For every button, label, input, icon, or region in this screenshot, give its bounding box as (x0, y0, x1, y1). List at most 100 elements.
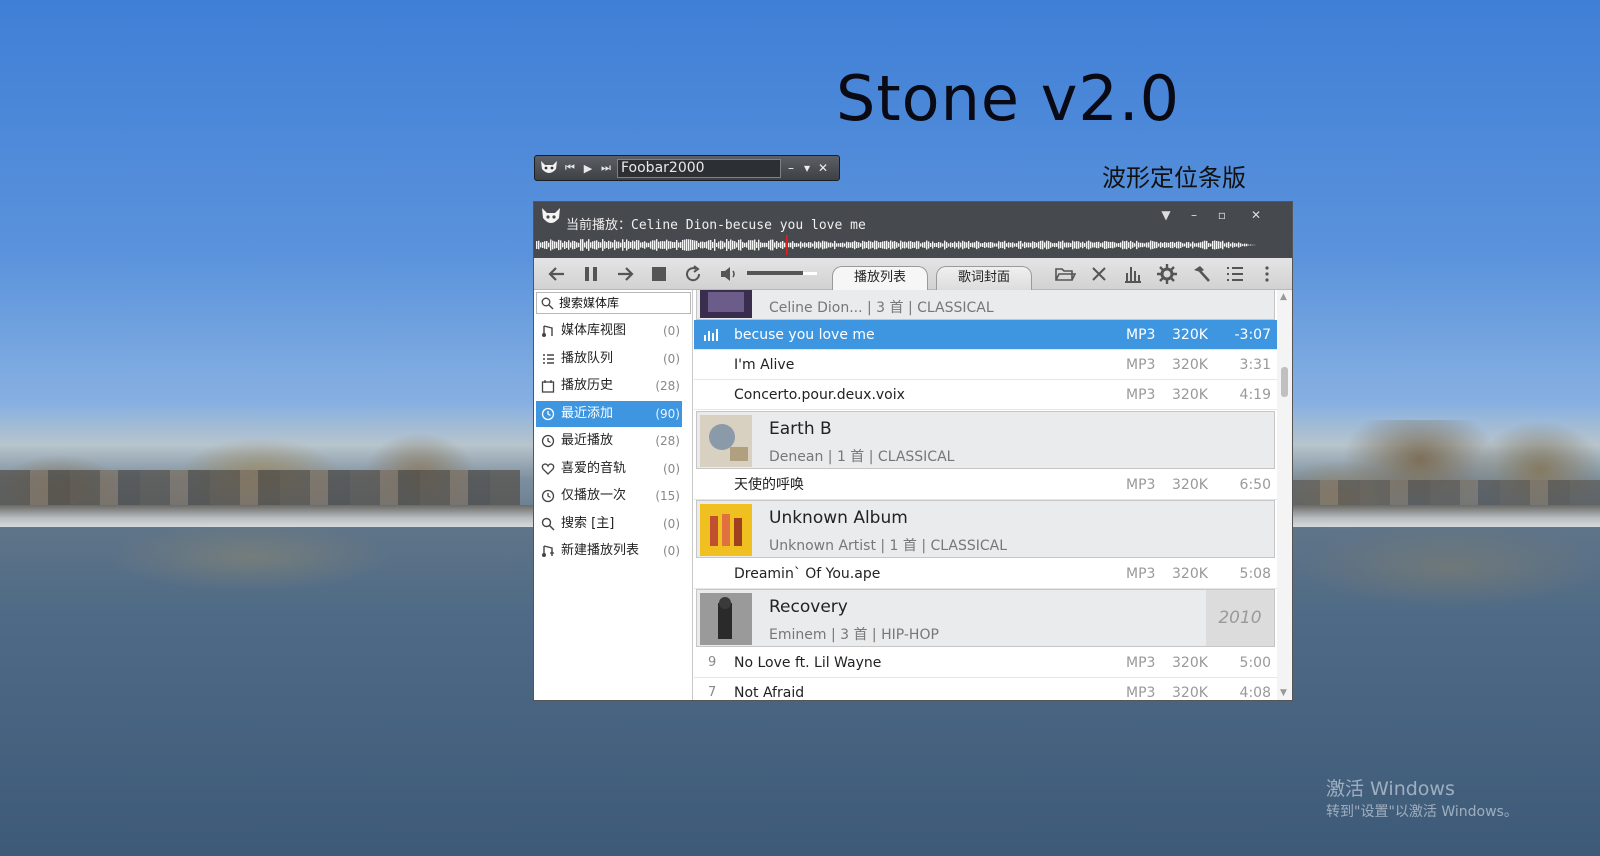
waveform-bar (1130, 240, 1132, 250)
activation-watermark-text: 转到"设置"以激活 Windows。 (1326, 804, 1518, 820)
minimize-icon[interactable]: – (785, 161, 797, 175)
foobar-logo-icon[interactable] (540, 206, 564, 230)
track-row[interactable]: 7 Not Afraid MP3 320K 4:08 (694, 678, 1277, 701)
tab-lyrics-cover[interactable]: 歌词封面 (936, 266, 1032, 290)
waveform-bar (558, 239, 560, 251)
repeat-icon[interactable] (682, 263, 704, 285)
waveform-seekbar[interactable] (536, 235, 1266, 255)
close-icon[interactable]: ✕ (817, 161, 829, 175)
scroll-up-icon[interactable]: ▲ (1280, 292, 1287, 302)
album-group-header[interactable]: Celine Dion... | 3 首 | CLASSICAL (696, 290, 1275, 320)
sidebar-item[interactable]: 搜索 [主] (0) (536, 511, 682, 537)
tab-playlist[interactable]: 播放列表 (832, 266, 928, 290)
waveform-bar (1124, 241, 1126, 249)
album-group-header[interactable]: Earth B Denean | 1 首 | CLASSICAL (696, 411, 1275, 469)
waveform-bar (1184, 243, 1186, 247)
tools-hammer-icon[interactable] (1190, 263, 1212, 285)
sidebar-item[interactable]: 播放历史 (28) (536, 373, 682, 399)
track-row[interactable]: 天使的呼唤 MP3 320K 6:50 (694, 470, 1277, 500)
foobar-logo-icon[interactable] (539, 159, 559, 177)
sidebar-item[interactable]: 仅播放一次 (15) (536, 483, 682, 509)
track-row[interactable]: 9 No Love ft. Lil Wayne MP3 320K 5:00 (694, 648, 1277, 678)
waveform-bar (568, 240, 570, 250)
waveform-bar (1008, 242, 1010, 248)
waveform-bar (1092, 242, 1094, 248)
prev-icon[interactable]: ⏮ (563, 161, 577, 175)
back-arrow-icon[interactable] (546, 263, 568, 285)
waveform-bar (1168, 242, 1170, 248)
volume-icon[interactable] (718, 263, 740, 285)
track-row[interactable]: Dreamin` Of You.ape MP3 320K 5:08 (694, 559, 1277, 589)
next-icon[interactable]: ⏭ (599, 161, 613, 175)
sidebar-item[interactable]: 新建播放列表 (0) (536, 538, 682, 564)
scrollbar-thumb[interactable] (1281, 367, 1288, 397)
waveform-bar (780, 241, 782, 249)
forward-arrow-icon[interactable] (614, 263, 636, 285)
dropdown-icon[interactable]: ▾ (801, 161, 813, 175)
list-menu-icon[interactable] (1224, 263, 1246, 285)
activation-watermark-title: 激活 Windows (1326, 778, 1455, 800)
waveform-bar (740, 239, 742, 251)
waveform-bar (1020, 240, 1022, 250)
sidebar-item[interactable]: 最近播放 (28) (536, 428, 682, 454)
maximize-icon[interactable]: ▫ (1214, 208, 1230, 222)
track-format: MP3 (1126, 685, 1156, 701)
waveform-bar (864, 241, 866, 249)
album-name: Recovery (769, 597, 848, 617)
equalizer-icon[interactable] (1122, 263, 1144, 285)
waveform-bar (836, 243, 838, 247)
waveform-bar (714, 239, 716, 251)
stop-icon[interactable] (648, 263, 670, 285)
playlist-scrollbar[interactable]: ▲ ▼ (1277, 290, 1292, 700)
waveform-bar (1200, 242, 1202, 248)
sidebar-item[interactable]: 最近添加 (90) (536, 400, 682, 427)
waveform-bar (574, 241, 576, 249)
mini-player-title-field[interactable]: Foobar2000 (617, 158, 781, 178)
track-row[interactable]: Concerto.pour.deux.voix MP3 320K 4:19 (694, 380, 1277, 410)
close-icon[interactable]: ✕ (1248, 208, 1264, 222)
waveform-bar (1162, 243, 1164, 247)
album-group-header[interactable]: Recovery Eminem | 3 首 | HIP-HOP 2010 (696, 589, 1275, 647)
minimize-icon[interactable]: – (1186, 208, 1202, 222)
waveform-bar (1104, 241, 1106, 249)
waveform-bar (1044, 242, 1046, 248)
sidebar-item-label: 最近播放 (561, 433, 614, 448)
background-buildings (0, 470, 520, 510)
gear-icon[interactable] (1156, 263, 1178, 285)
waveform-bar (658, 241, 660, 249)
waveform-bar (1240, 243, 1242, 247)
waveform-bar (1018, 241, 1020, 249)
waveform-bar (922, 242, 924, 248)
waveform-bar (1212, 240, 1214, 250)
now-playing-bars-icon (704, 329, 718, 341)
sidebar-item[interactable]: 喜爱的音轨 (0) (536, 456, 682, 482)
library-search-input[interactable]: 搜索媒体库 (536, 292, 691, 314)
album-group-header[interactable]: Unknown Album Unknown Artist | 1 首 | CLA… (696, 500, 1275, 558)
waveform-bar (998, 241, 1000, 249)
waveform-bar (1086, 241, 1088, 249)
open-folder-icon[interactable] (1054, 263, 1076, 285)
waveform-bar (892, 241, 894, 249)
scroll-down-icon[interactable]: ▼ (1280, 688, 1287, 698)
play-icon[interactable]: ▶ (581, 162, 595, 175)
remove-icon[interactable] (1088, 263, 1110, 285)
waveform-bar (656, 239, 658, 251)
waveform-bar (540, 242, 542, 248)
more-vertical-icon[interactable] (1256, 263, 1278, 285)
waveform-bar (670, 241, 672, 249)
mini-player: ⏮ ▶ ⏭ Foobar2000 – ▾ ✕ (534, 155, 840, 181)
pause-icon[interactable] (580, 263, 602, 285)
track-row-playing[interactable]: becuse you love me MP3 320K -3:07 (694, 320, 1277, 350)
sidebar-item[interactable]: 媒体库视图 (0) (536, 318, 682, 344)
waveform-bar (924, 242, 926, 248)
library-note-icon (542, 325, 553, 337)
waveform-bar (748, 240, 750, 250)
menu-dropdown-icon[interactable]: ▼ (1158, 208, 1174, 222)
waveform-bar (846, 241, 848, 249)
waveform-bar (548, 242, 550, 248)
track-row[interactable]: I'm Alive MP3 320K 3:31 (694, 350, 1277, 380)
waveform-bar (704, 242, 706, 248)
sidebar-item[interactable]: 播放队列 (0) (536, 346, 682, 372)
waveform-bar (962, 240, 964, 250)
waveform-bar (1000, 242, 1002, 248)
